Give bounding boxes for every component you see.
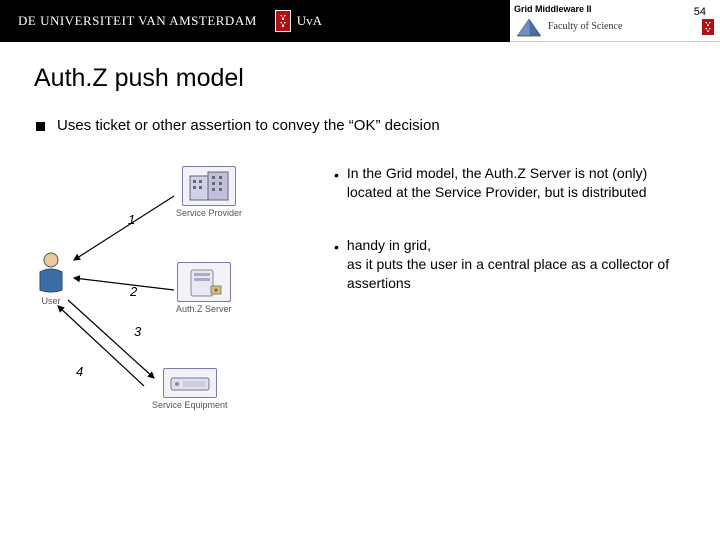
bullet-dot-icon: • bbox=[334, 238, 339, 257]
sub-bullet-1: • In the Grid model, the Auth.Z Server i… bbox=[334, 164, 676, 202]
uva-text: UvA bbox=[297, 13, 322, 29]
equipment-icon bbox=[167, 372, 213, 394]
node-service-equipment: Service Equipment bbox=[152, 368, 228, 410]
authz-diagram: User Service Provider bbox=[34, 160, 324, 460]
arrow-number-3: 3 bbox=[134, 324, 141, 339]
arrow-number-1: 1 bbox=[128, 212, 135, 227]
faculty-label: Faculty of Science bbox=[548, 21, 622, 32]
uva-logo: UvA bbox=[275, 10, 322, 32]
slide-content: Auth.Z push model Uses ticket or other a… bbox=[0, 42, 720, 460]
header-right-panel: Grid Middleware II Faculty of Science bbox=[510, 0, 720, 42]
authz-label: Auth.Z Server bbox=[176, 304, 232, 314]
body-row: User Service Provider bbox=[34, 160, 686, 460]
mini-crest-icon bbox=[702, 19, 714, 35]
bullet-dot-icon: • bbox=[334, 166, 339, 185]
node-authz-server: Auth.Z Server bbox=[176, 262, 232, 314]
arrow-number-2: 2 bbox=[130, 284, 137, 299]
university-name: DE UNIVERSITEIT VAN AMSTERDAM bbox=[0, 13, 257, 29]
faculty-block: Faculty of Science bbox=[516, 17, 622, 37]
building-icon bbox=[186, 170, 232, 202]
node-service-provider: Service Provider bbox=[176, 166, 242, 218]
slide-title: Auth.Z push model bbox=[34, 64, 686, 93]
sp-label: Service Provider bbox=[176, 208, 242, 218]
pyramid-icon bbox=[516, 17, 542, 37]
user-icon bbox=[34, 250, 68, 294]
user-label: User bbox=[34, 296, 68, 306]
crest-icon bbox=[275, 10, 291, 32]
se-label: Service Equipment bbox=[152, 400, 228, 410]
course-title: Grid Middleware II bbox=[514, 4, 592, 14]
right-column: • In the Grid model, the Auth.Z Server i… bbox=[334, 160, 686, 326]
sub-bullet-2-text: handy in grid, as it puts the user in a … bbox=[347, 236, 676, 293]
arrow-number-4: 4 bbox=[76, 364, 83, 379]
node-user: User bbox=[34, 250, 68, 306]
page-number: 54 bbox=[694, 6, 706, 18]
sub-bullet-2: • handy in grid, as it puts the user in … bbox=[334, 236, 676, 293]
main-bullet-text: Uses ticket or other assertion to convey… bbox=[57, 117, 440, 134]
square-bullet-icon bbox=[36, 122, 45, 131]
slide-header: DE UNIVERSITEIT VAN AMSTERDAM UvA Grid M… bbox=[0, 0, 720, 42]
sub-bullet-1-text: In the Grid model, the Auth.Z Server is … bbox=[347, 164, 676, 202]
main-bullet: Uses ticket or other assertion to convey… bbox=[34, 117, 686, 134]
server-icon bbox=[181, 266, 227, 298]
